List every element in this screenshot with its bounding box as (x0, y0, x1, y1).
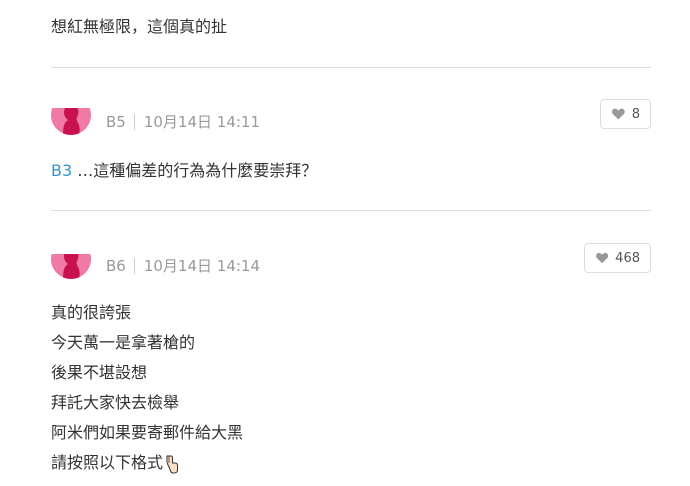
meta-separator (133, 113, 135, 130)
like-button[interactable]: 468 (584, 243, 651, 273)
comment-body: B3 …這種偏差的行為為什麼要崇拜？ (51, 160, 317, 182)
redacted-username (16, 79, 251, 108)
comment-text-line: …這種偏差的行為為什麼要崇拜？ (72, 161, 318, 180)
meta-separator (133, 257, 135, 274)
like-count: 468 (615, 250, 640, 266)
like-count: 8 (631, 106, 640, 122)
comment-text-line: 真的很誇張 (51, 303, 132, 322)
timestamp: 10月14日 14:11 (143, 113, 261, 131)
comment-text-line-with-emoji: 請按照以下格式 (51, 448, 243, 478)
comment-body: 真的很誇張 今天萬一是拿著槍的 後果不堪設想 拜託大家快去檢舉 阿米們如果要寄郵… (51, 298, 243, 478)
reply-floor-link[interactable]: B3 (51, 161, 72, 180)
comment-text-line: 後果不堪設想 (51, 363, 148, 382)
redacted-username (4, 225, 209, 254)
comment-text-line: 今天萬一是拿著槍的 (51, 333, 196, 352)
comment-text-line: 阿米們如果要寄郵件給大黑 (51, 423, 244, 442)
comment-meta: B6 10月14日 14:14 (106, 255, 260, 276)
comment-body-previous: 想紅無極限，這個真的扯 (51, 16, 227, 38)
comment-divider (51, 67, 651, 68)
comment-text-line: 請按照以下格式 (51, 453, 164, 472)
like-button[interactable]: 8 (600, 99, 651, 129)
comment-text-line: 想紅無極限，這個真的扯 (51, 17, 228, 36)
timestamp: 10月14日 14:14 (143, 257, 261, 275)
floor-number[interactable]: B5 (106, 113, 134, 131)
pointing-down-hand-icon (166, 455, 179, 473)
floor-number[interactable]: B6 (106, 257, 134, 275)
heart-icon (596, 252, 609, 264)
heart-icon (612, 108, 625, 120)
comment-divider (51, 210, 651, 211)
comment-text-line: 拜託大家快去檢舉 (51, 393, 180, 412)
comment-meta: B5 10月14日 14:11 (106, 111, 260, 132)
